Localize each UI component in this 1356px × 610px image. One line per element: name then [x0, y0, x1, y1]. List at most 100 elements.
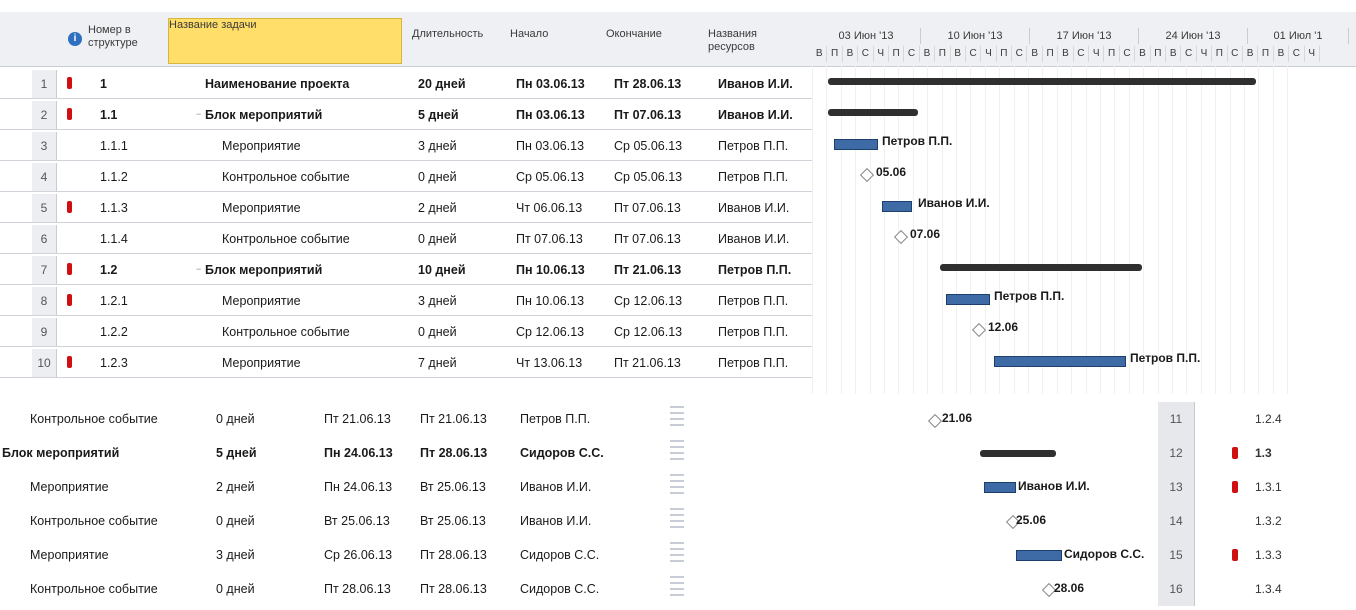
timescale-day: Ч: [874, 46, 889, 62]
column-header-start[interactable]: Начало: [510, 28, 590, 41]
cell-start: Ср 12.06.13: [516, 325, 585, 339]
timescale-day: В: [812, 46, 828, 62]
cell-duration: 7 дней: [418, 356, 457, 370]
milestone-icon[interactable]: [859, 167, 875, 183]
row-divider: [670, 538, 684, 572]
cell-duration: 0 дней: [418, 170, 457, 184]
timescale-day: П: [827, 46, 843, 62]
timescale-day: П: [1258, 46, 1274, 62]
cell-duration: 2 дней: [216, 480, 255, 494]
indicator-icon: [67, 356, 72, 368]
table-row[interactable]: 8 1.2.1 Мероприятие 3 дней Пн 10.06.13 Ср 12.…: [0, 287, 812, 316]
table-row[interactable]: 9 1.2.2 Контрольное событие 0 дней Ср 12.06.…: [0, 318, 812, 347]
summary-bar[interactable]: [980, 450, 1056, 457]
row-number[interactable]: 13: [1158, 470, 1195, 504]
timescale-day: С: [1181, 46, 1197, 62]
cell-finish: Ср 05.06.13: [614, 170, 683, 184]
divider-line: [670, 508, 684, 510]
timescale-day: Ч: [1197, 46, 1213, 62]
column-header-duration-label: Длительность: [412, 28, 484, 40]
cell-task-name: Контрольное событие: [30, 514, 158, 528]
cell-start: Пн 10.06.13: [516, 263, 585, 277]
collapse-toggle-icon[interactable]: −: [196, 264, 201, 274]
row-number[interactable]: 2: [32, 101, 57, 129]
table-row[interactable]: 5 1.1.3 Мероприятие 2 дней Чт 06.06.13 Пт 07.…: [0, 194, 812, 223]
row-number[interactable]: 6: [32, 225, 57, 253]
cell-start: Пт 21.06.13: [324, 412, 391, 426]
row-number[interactable]: 9: [32, 318, 57, 346]
task-bar[interactable]: [834, 139, 878, 150]
column-header-wbs[interactable]: Номер в структуре: [88, 24, 158, 58]
timescale-day: В: [1135, 46, 1151, 62]
cell-start: Пн 03.06.13: [516, 139, 585, 153]
row-number[interactable]: 12: [1158, 436, 1195, 470]
cell-duration: 2 дней: [418, 201, 457, 215]
table-row[interactable]: 2 1.1 Блок мероприятий 5 дней Пн 03.06.13 Пт …: [0, 101, 812, 130]
indicator-icon: [1232, 481, 1238, 493]
grid-line: [1215, 66, 1217, 394]
row-number[interactable]: 1: [32, 70, 57, 98]
table-row[interactable]: 6 1.1.4 Контрольное событие 0 дней Пт 07.06.…: [0, 225, 812, 254]
cell-wbs: 1.2: [100, 263, 118, 277]
task-bar[interactable]: [994, 356, 1126, 367]
row-number[interactable]: 8: [32, 287, 57, 315]
task-bar[interactable]: [984, 482, 1016, 493]
grid-line: [1042, 66, 1044, 394]
table-row[interactable]: 10 1.2.3 Мероприятие 7 дней Чт 13.06.13 Пт 21…: [0, 349, 812, 378]
timescale-day: В: [1058, 46, 1074, 62]
task-bar[interactable]: [946, 294, 990, 305]
task-bar[interactable]: [1016, 550, 1062, 561]
timescale-day: П: [1151, 46, 1166, 62]
cell-resource: Сидоров С.С.: [520, 582, 600, 596]
gantt-bar-label: Петров П.П.: [882, 134, 953, 148]
table-row[interactable]: 3 1.1.1 Мероприятие 3 дней Пн 03.06.13 Ср 05.…: [0, 132, 812, 161]
divider-line: [670, 514, 684, 516]
cell-finish: Ср 12.06.13: [614, 325, 683, 339]
cell-resource: Иванов И.И.: [718, 201, 790, 215]
divider-line: [670, 458, 684, 460]
column-header-name[interactable]: Название задачи: [168, 18, 402, 64]
milestone-icon[interactable]: [893, 229, 909, 245]
row-number[interactable]: 3: [32, 132, 57, 160]
row-number[interactable]: 14: [1158, 504, 1195, 538]
row-number[interactable]: 15: [1158, 538, 1195, 572]
table-row[interactable]: Блок мероприятий 5 дней Пн 24.06.13 Пт 28.0…: [0, 436, 1356, 470]
summary-bar[interactable]: [940, 264, 1142, 271]
row-number[interactable]: 5: [32, 194, 57, 222]
table-row[interactable]: Контрольное событие 0 дней Пт 21.06.13 Пт 2…: [0, 402, 1356, 436]
column-header-resources[interactable]: Названия ресурсов: [708, 28, 804, 60]
cell-finish: Пт 28.06.13: [420, 582, 487, 596]
gantt-bar-label: Иванов И.И.: [1018, 479, 1090, 493]
cell-start: Пн 24.06.13: [324, 480, 393, 494]
cell-start: Пт 28.06.13: [324, 582, 391, 596]
task-bar[interactable]: [882, 201, 912, 212]
divider-line: [670, 480, 684, 482]
table-row[interactable]: Мероприятие 2 дней Пн 24.06.13 Вт 25.06.13 И…: [0, 470, 1356, 504]
indicator-icon: [67, 201, 72, 213]
row-number[interactable]: 11: [1158, 402, 1195, 436]
table-row[interactable]: 1 1 Наименование проекта 20 дней Пн 03.06.13…: [0, 70, 812, 99]
cell-wbs: 1.3.4: [1255, 582, 1282, 596]
table-row[interactable]: 4 1.1.2 Контрольное событие 0 дней Ср 05.06.…: [0, 163, 812, 192]
column-header-duration[interactable]: Длительность: [412, 28, 502, 41]
cell-wbs: 1.3: [1255, 446, 1272, 460]
summary-bar[interactable]: [828, 78, 1256, 85]
row-number[interactable]: 7: [32, 256, 57, 284]
summary-bar[interactable]: [828, 109, 918, 116]
grid-line: [1114, 66, 1116, 394]
cell-resource: Иванов И.И.: [718, 108, 793, 122]
row-number[interactable]: 16: [1158, 572, 1195, 606]
table-row[interactable]: Контрольное событие 0 дней Пт 28.06.13 Пт 2…: [0, 572, 1356, 606]
column-header-finish[interactable]: Окончание: [606, 28, 696, 41]
indicator-icon: [1232, 447, 1238, 459]
timescale-day: С: [904, 46, 920, 62]
grid-line: [1085, 66, 1087, 394]
table-row[interactable]: Контрольное событие 0 дней Вт 25.06.13 Вт 2…: [0, 504, 1356, 538]
collapse-toggle-icon[interactable]: −: [196, 109, 201, 119]
row-number[interactable]: 4: [32, 163, 57, 191]
table-row[interactable]: Мероприятие 3 дней Ср 26.06.13 Пт 28.06.13 С…: [0, 538, 1356, 572]
cell-resource: Петров П.П.: [718, 294, 789, 308]
row-number[interactable]: 10: [32, 349, 57, 377]
grid-line: [1071, 66, 1073, 394]
table-row[interactable]: 7 1.2 Блок мероприятий 10 дней Пн 10.06.13 Пт…: [0, 256, 812, 285]
